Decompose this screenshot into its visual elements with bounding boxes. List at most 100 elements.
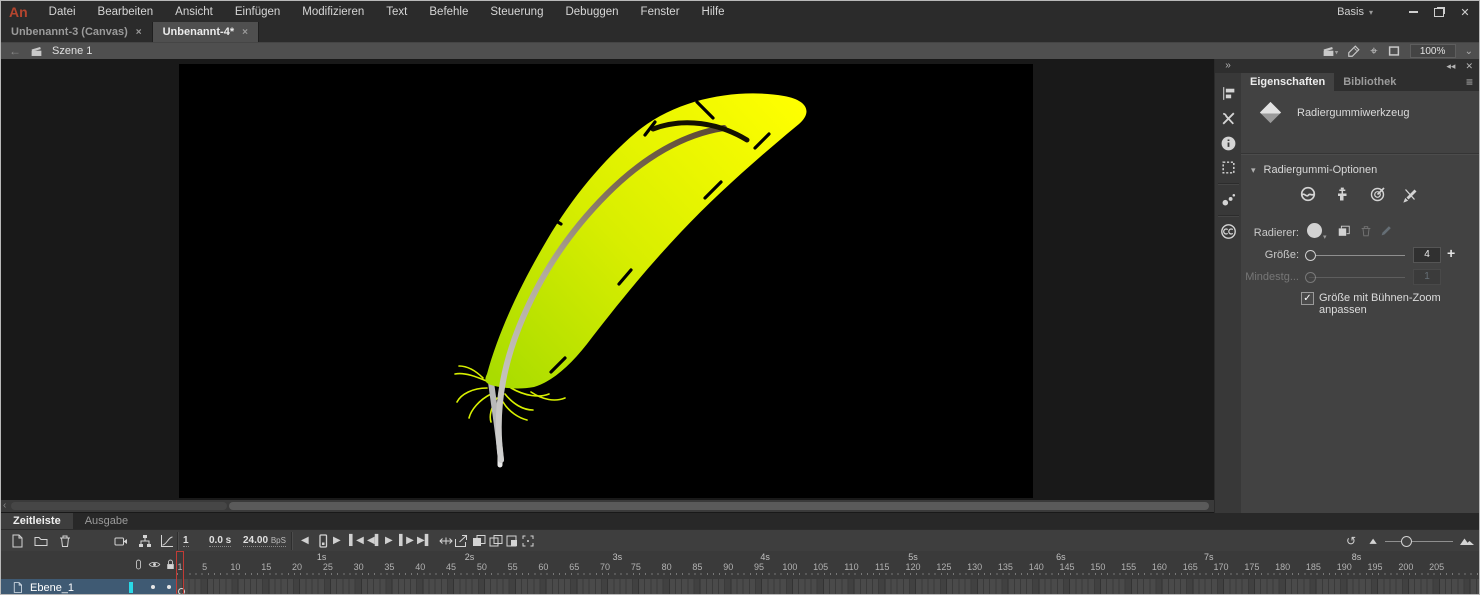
scrollbar-thumb[interactable] (229, 502, 1209, 510)
eraser-options-header[interactable]: ▾ Radiergummi-Optionen (1251, 164, 1377, 176)
eraser-shape-swatch[interactable] (1307, 223, 1322, 238)
export-frame-icon[interactable] (453, 533, 469, 549)
eraser-mode-icon[interactable] (1299, 185, 1317, 203)
outline-column-icon[interactable] (132, 558, 145, 571)
expand-panels-button[interactable]: » (1215, 59, 1241, 73)
fps-value[interactable]: 24.00 BpS (243, 535, 286, 547)
layer-name[interactable]: Ebene_1 (30, 582, 74, 594)
shape-dropdown-icon[interactable]: ▾ (1323, 233, 1327, 241)
duplicate-brush-icon[interactable] (1337, 224, 1351, 238)
edit-symbols-icon[interactable] (1347, 44, 1361, 58)
document-tab[interactable]: Unbenannt-3 (Canvas) × (1, 22, 153, 42)
menu-modifizieren[interactable]: Modifizieren (291, 1, 375, 23)
center-stage-icon[interactable]: ⌖ (1370, 43, 1377, 59)
next-frame-icon[interactable]: ▌▶ (399, 535, 414, 547)
menu-einfügen[interactable]: Einfügen (224, 1, 291, 23)
menu-debuggen[interactable]: Debuggen (554, 1, 629, 23)
tab-zeitleiste[interactable]: Zeitleiste (1, 513, 73, 529)
menu-ansicht[interactable]: Ansicht (164, 1, 224, 23)
frame-range-icon[interactable] (520, 533, 536, 549)
go-last-frame-icon[interactable]: ▶▌ (417, 535, 432, 547)
workspace-switcher[interactable]: Basis ▾ (1337, 6, 1373, 18)
onion-skin-icon[interactable] (471, 533, 487, 549)
stage-canvas[interactable] (179, 64, 1033, 498)
minimize-button[interactable] (1401, 4, 1425, 20)
layer-lock-dot[interactable] (167, 585, 171, 589)
delete-layer-icon[interactable] (57, 533, 73, 549)
back-arrow-icon[interactable]: ← (9, 44, 21, 58)
layer-outline-color-swatch[interactable] (129, 582, 133, 593)
stage-zoom-input[interactable]: 100% (1409, 44, 1456, 58)
timeline-zoom-slider-track[interactable] (1385, 541, 1453, 542)
new-folder-icon[interactable] (33, 533, 49, 549)
erase-strokes-icon[interactable] (1369, 185, 1387, 203)
zoom-dropdown-icon[interactable]: ⌄ (1465, 46, 1473, 57)
tab-bibliothek[interactable]: Bibliothek (1334, 73, 1405, 91)
play-icon[interactable]: ▶ (385, 535, 393, 547)
edit-multiple-frames-icon[interactable] (504, 533, 520, 549)
menu-hilfe[interactable]: Hilfe (691, 1, 736, 23)
section-collapse-icon[interactable]: ▾ (1251, 165, 1256, 176)
menu-befehle[interactable]: Befehle (418, 1, 479, 23)
increase-size-button[interactable]: + (1447, 245, 1455, 261)
restore-button[interactable] (1427, 4, 1451, 20)
menu-text[interactable]: Text (375, 1, 418, 23)
menu-steuerung[interactable]: Steuerung (479, 1, 554, 23)
tab-ausgabe[interactable]: Ausgabe (73, 513, 140, 529)
align-panel-icon[interactable] (1220, 85, 1237, 102)
close-button[interactable]: ✕ (1453, 4, 1477, 20)
menu-datei[interactable]: Datei (38, 1, 87, 23)
edit-brush-icon[interactable] (1379, 224, 1393, 238)
go-first-frame-icon[interactable]: ▌◀ (349, 535, 364, 547)
layer-visibility-dot[interactable] (151, 585, 155, 589)
groesse-value-input[interactable]: 4 (1413, 247, 1441, 263)
tab-close-icon[interactable]: × (242, 27, 248, 38)
document-tab[interactable]: Unbenannt-4* × (152, 22, 259, 42)
groesse-slider-track[interactable] (1309, 255, 1405, 256)
delete-brush-icon[interactable] (1359, 224, 1373, 238)
faucet-icon[interactable] (1334, 185, 1352, 203)
clip-content-icon[interactable] (1387, 44, 1401, 58)
scene-label[interactable]: Szene 1 (52, 45, 92, 57)
timeline-ruler[interactable]: 1s 2s 3s 4s 5s 6s 7s 8s 1 5 10 15 20 25 30 35 40 45 50 55 6… (1, 551, 1479, 579)
camera-icon[interactable] (113, 533, 129, 549)
tools-panel-icon[interactable] (1220, 110, 1237, 127)
onion-skin-outline-icon[interactable] (488, 533, 504, 549)
creative-cloud-icon[interactable] (1220, 223, 1237, 240)
panel-menu-icon[interactable]: ≡ (1466, 75, 1473, 89)
animate-window: An Datei Bearbeiten Ansicht Einfügen Modifiz… (0, 0, 1480, 595)
edit-scene-button[interactable]: ▾ (1322, 45, 1338, 58)
layer-depth-icon[interactable] (159, 533, 175, 549)
erase-lines-icon[interactable] (1401, 185, 1419, 203)
enlarge-frames-icon[interactable] (1459, 533, 1475, 549)
scroll-left-icon[interactable]: ‹ (3, 500, 6, 512)
menu-bearbeiten[interactable]: Bearbeiten (87, 1, 165, 23)
tab-close-icon[interactable]: × (136, 27, 142, 38)
info-panel-icon[interactable] (1220, 135, 1237, 152)
visibility-column-icon[interactable] (148, 558, 161, 571)
step-back-icon[interactable]: ◀ (301, 535, 309, 547)
transform-panel-icon[interactable] (1220, 159, 1237, 176)
elapsed-time-value[interactable]: 0.0 s (209, 535, 232, 547)
brush-library-panel-icon[interactable] (1220, 191, 1237, 208)
reset-timeline-zoom-icon[interactable]: ↺ (1346, 535, 1356, 547)
groesse-slider-handle[interactable] (1305, 250, 1316, 261)
timeline-zoom-slider-handle[interactable] (1401, 536, 1412, 547)
step-forward-icon[interactable]: ▶ (333, 535, 341, 547)
loop-range-icon[interactable] (438, 533, 454, 549)
center-frame-icon[interactable] (315, 533, 331, 549)
new-layer-icon[interactable] (9, 533, 25, 549)
collapse-panels-icon[interactable]: ◂◂ (1446, 61, 1455, 72)
layer-row-ebene1[interactable]: Ebene_1 (1, 579, 177, 594)
prev-frame-icon[interactable]: ◀▌ (367, 535, 382, 547)
layer-parenting-icon[interactable] (137, 533, 153, 549)
current-frame-value[interactable]: 1 (183, 535, 189, 547)
menu-fenster[interactable]: Fenster (630, 1, 691, 23)
tab-eigenschaften[interactable]: Eigenschaften (1241, 73, 1335, 91)
zoom-anpassen-checkbox[interactable]: ✓ (1301, 292, 1314, 305)
frame-cells[interactable] (177, 579, 1479, 594)
playhead[interactable] (176, 551, 184, 594)
horizontal-scrollbar[interactable]: ‹ (1, 500, 1214, 512)
shrink-frames-icon[interactable] (1367, 533, 1380, 549)
panel-close-icon[interactable]: ✕ (1465, 61, 1473, 72)
